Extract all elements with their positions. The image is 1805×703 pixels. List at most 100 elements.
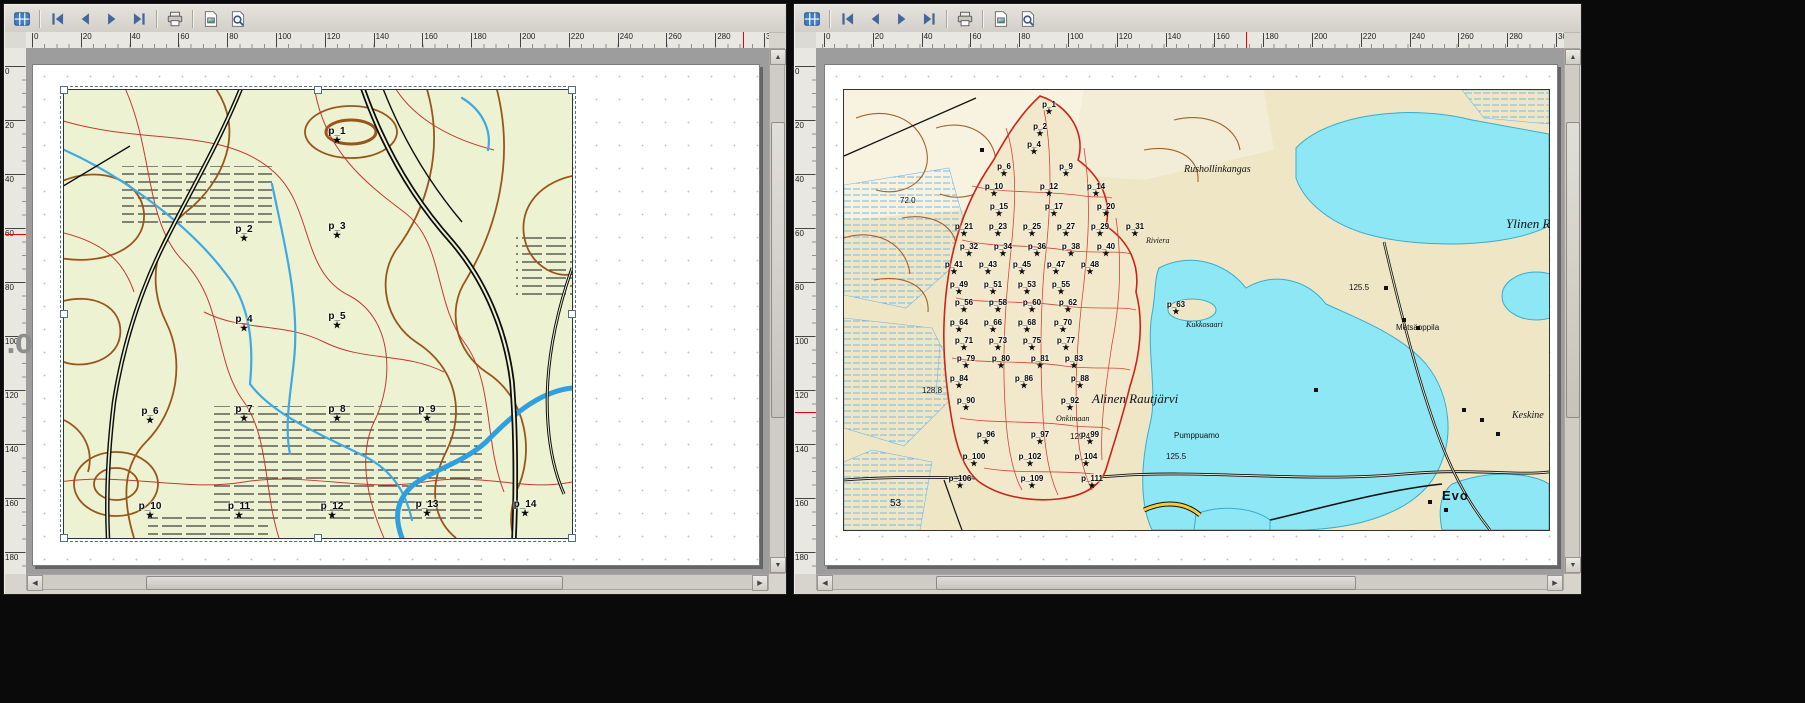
last-feature-button[interactable] <box>126 6 152 32</box>
toolbar-separator <box>982 10 984 28</box>
sample-point: p_111★ <box>1081 474 1103 488</box>
ruler-label: 220 <box>569 33 584 47</box>
sample-point: p_81★ <box>1031 354 1049 368</box>
ruler-label: 20 <box>873 33 884 47</box>
sample-point: p_53★ <box>1018 280 1036 294</box>
star-icon: ★ <box>235 325 252 331</box>
star-icon: ★ <box>955 231 973 236</box>
atlas-preview-button[interactable] <box>799 6 825 32</box>
print-icon <box>956 10 974 28</box>
first-feature-button[interactable] <box>45 6 71 32</box>
ruler-label: 100 <box>1068 33 1083 47</box>
star-icon: ★ <box>957 363 975 368</box>
star-icon: ★ <box>235 415 252 421</box>
previous-feature-button[interactable] <box>862 6 888 32</box>
ruler-label: 220 <box>1361 33 1376 47</box>
scroll-down-icon: ▼ <box>775 562 782 569</box>
scrollbar-corner <box>1564 574 1580 590</box>
scroll-down-button[interactable]: ▼ <box>770 557 786 573</box>
vertical-scrollbar[interactable]: ▲ ▼ <box>769 48 785 574</box>
export-image-button[interactable] <box>198 6 224 32</box>
ruler-label: 240 <box>1410 33 1425 47</box>
star-icon: ★ <box>1052 289 1070 294</box>
sample-point: p_17★ <box>1045 202 1063 216</box>
previous-feature-button[interactable] <box>72 6 98 32</box>
scroll-down-button[interactable]: ▼ <box>1565 557 1581 573</box>
next-feature-button[interactable] <box>99 6 125 32</box>
star-icon: ★ <box>1040 191 1058 196</box>
horizontal-scrollbar[interactable]: ◀ ▶ <box>26 574 769 590</box>
sample-point: p_20★ <box>1097 202 1115 216</box>
selection-handle-nw[interactable] <box>60 86 68 94</box>
ruler-cursor-mark <box>5 234 26 235</box>
sample-point: p_79★ <box>957 354 975 368</box>
selection-handle-sw[interactable] <box>60 534 68 542</box>
ruler-label: 60 <box>795 228 815 238</box>
sample-point: p_36★ <box>1028 242 1046 256</box>
star-icon: ★ <box>1023 345 1041 350</box>
scroll-up-button[interactable]: ▲ <box>770 49 786 65</box>
sample-point: p_80★ <box>992 354 1010 368</box>
star-icon: ★ <box>1087 191 1105 196</box>
scroll-right-button[interactable]: ▶ <box>1547 575 1563 591</box>
atlas-preview-button[interactable] <box>9 6 35 32</box>
vertical-scrollbar-thumb[interactable] <box>1566 122 1580 417</box>
selection-handle-ne[interactable] <box>568 86 576 94</box>
horizontal-scrollbar-thumb[interactable] <box>936 576 1356 590</box>
next-feature-icon <box>103 10 121 28</box>
first-feature-button[interactable] <box>835 6 861 32</box>
selection-handle-s[interactable] <box>314 534 322 542</box>
star-icon: ★ <box>1027 149 1041 154</box>
print-button[interactable] <box>162 6 188 32</box>
selection-handle-w[interactable] <box>60 310 68 318</box>
ruler-label: 60 <box>970 33 981 47</box>
ruler-label: 140 <box>374 33 389 47</box>
sample-point: p_90★ <box>957 396 975 410</box>
star-icon: ★ <box>955 345 973 350</box>
sample-point: p_102★ <box>1019 452 1042 466</box>
composer-canvas[interactable]: p_1★p_2★p_3★p_4★p_5★p_6★p_7★p_8★p_9★p_10… <box>26 48 769 574</box>
scroll-up-button[interactable]: ▲ <box>1565 49 1581 65</box>
ruler-label: 0 <box>824 33 830 47</box>
star-icon: ★ <box>997 171 1011 176</box>
sample-point: p_84★ <box>950 374 968 388</box>
scroll-left-button[interactable]: ◀ <box>817 575 833 591</box>
ruler-corner <box>5 32 27 49</box>
toolbar-separator <box>829 10 831 28</box>
next-feature-button[interactable] <box>889 6 915 32</box>
star-icon: ★ <box>963 461 986 466</box>
print-button[interactable] <box>952 6 978 32</box>
sample-point: p_70★ <box>1054 318 1072 332</box>
scroll-left-button[interactable]: ◀ <box>27 575 43 591</box>
star-icon: ★ <box>235 235 252 241</box>
sample-point: p_10★ <box>985 182 1003 196</box>
star-icon: ★ <box>1097 211 1115 216</box>
scroll-right-icon: ▶ <box>1552 579 1557 587</box>
sample-point: p_62★ <box>1059 298 1077 312</box>
map-item[interactable]: RushollinkangasRivieraYlinen R125.5Kukko… <box>843 89 1550 531</box>
star-icon: ★ <box>1059 171 1073 176</box>
selection-handle-se[interactable] <box>568 534 576 542</box>
ruler-label: 40 <box>130 33 141 47</box>
ruler-label: 120 <box>1117 33 1132 47</box>
scroll-right-button[interactable]: ▶ <box>752 575 768 591</box>
star-icon: ★ <box>1075 461 1098 466</box>
star-icon: ★ <box>950 327 968 332</box>
export-pdf-button[interactable] <box>1015 6 1041 32</box>
sample-point: p_71★ <box>955 336 973 350</box>
star-icon: ★ <box>979 269 997 274</box>
horizontal-scrollbar-thumb[interactable] <box>146 576 563 590</box>
selection-handle-e[interactable] <box>568 310 576 318</box>
composer-canvas[interactable]: RushollinkangasRivieraYlinen R125.5Kukko… <box>816 48 1564 574</box>
export-image-button[interactable] <box>988 6 1014 32</box>
selection-handle-n[interactable] <box>314 86 322 94</box>
next-feature-icon <box>893 10 911 28</box>
horizontal-scrollbar[interactable]: ◀ ▶ <box>816 574 1564 590</box>
map-item[interactable]: p_1★p_2★p_3★p_4★p_5★p_6★p_7★p_8★p_9★p_10… <box>63 89 573 539</box>
first-feature-icon <box>49 10 67 28</box>
export-pdf-button[interactable] <box>225 6 251 32</box>
vertical-scrollbar[interactable]: ▲ ▼ <box>1564 48 1580 574</box>
vertical-scrollbar-thumb[interactable] <box>771 122 785 417</box>
last-feature-button[interactable] <box>916 6 942 32</box>
ruler-label: 280 <box>715 33 730 47</box>
